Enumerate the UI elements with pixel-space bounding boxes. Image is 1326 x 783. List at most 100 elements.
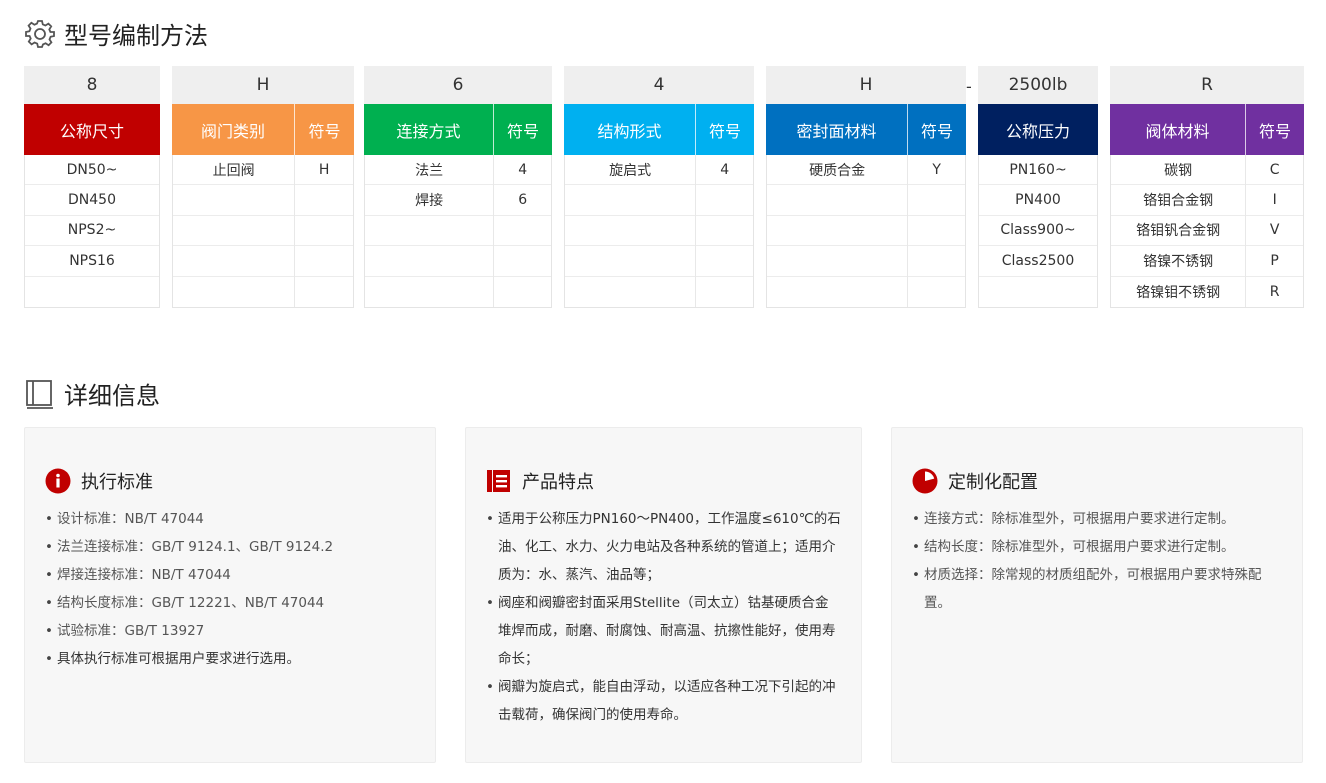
list-item: 阀座和阀瓣密封面采用Stellite（司太立）钴基硬质合金堆焊而成，耐磨、耐腐蚀…	[486, 589, 841, 673]
table-cell	[565, 277, 695, 307]
model-group-pressure: 2500lb 公称压力 PN160~ PN400 Class900~ Class…	[978, 66, 1098, 308]
table-cell	[565, 246, 696, 277]
document-icon	[487, 470, 510, 492]
table-cell	[295, 216, 353, 247]
table-cell	[696, 185, 753, 216]
list-item: 阀瓣为旋启式，能自由浮动，以适应各种工况下引起的冲击载荷，确保阀门的使用寿命。	[486, 673, 841, 729]
model-group-seal: H 密封面材料 符号 硬质合金 Y	[766, 66, 966, 308]
table-cell	[25, 277, 159, 307]
list-item: 结构长度：除标准型外，可根据用户要求进行定制。	[912, 533, 1282, 561]
table-cell	[767, 216, 908, 247]
card-list: 连接方式：除标准型外，可根据用户要求进行定制。 结构长度：除标准型外，可根据用户…	[912, 505, 1282, 617]
table-cell	[494, 246, 551, 277]
gear-icon	[25, 19, 55, 48]
model-code-valve-type: H	[172, 66, 354, 104]
table-cell: P	[1246, 246, 1303, 277]
table-cell: 焊接	[365, 185, 494, 216]
table-cell: 铬镍不锈钢	[1111, 246, 1246, 277]
table-cell: 旋启式	[565, 155, 696, 186]
card-features: 产品特点 适用于公称压力PN160～PN400，工作温度≤610℃的石油、化工、…	[465, 427, 862, 763]
table-cell	[908, 277, 965, 307]
table-cell	[494, 277, 551, 307]
book-icon	[26, 379, 53, 409]
model-col-size: DN50~ DN450 NPS2~ NPS16	[25, 155, 159, 307]
model-rows-pressure: PN160~ PN400 Class900~ Class2500	[978, 155, 1098, 308]
table-cell: 法兰	[365, 155, 494, 186]
list-item: 连接方式：除标准型外，可根据用户要求进行定制。	[912, 505, 1282, 533]
model-code-pressure: 2500lb	[978, 66, 1098, 104]
model-col-symbol: 4 6	[493, 155, 551, 307]
model-symbol-label: 符号	[1245, 104, 1304, 155]
table-cell: Class900~	[979, 216, 1097, 247]
table-cell: C	[1246, 155, 1303, 186]
table-cell: 铬钼钒合金钢	[1111, 216, 1246, 247]
table-cell: 4	[494, 155, 551, 186]
model-col-symbol: H	[294, 155, 353, 307]
model-label-structure: 结构形式	[597, 121, 662, 141]
card-list: 适用于公称压力PN160～PN400，工作温度≤610℃的石油、化工、水力、火力…	[486, 505, 841, 729]
model-label-seal: 密封面材料	[796, 121, 877, 141]
table-cell	[295, 246, 353, 277]
model-rows-size: DN50~ DN450 NPS2~ NPS16	[24, 155, 160, 308]
pie-chart-icon	[912, 468, 938, 494]
model-section-title: 型号编制方法	[24, 16, 208, 51]
model-col-pressure: PN160~ PN400 Class900~ Class2500	[979, 155, 1097, 307]
model-label-pressure: 公称压力	[1005, 121, 1070, 141]
table-cell: I	[1246, 185, 1303, 216]
model-symbol-label: 符号	[695, 104, 754, 155]
model-col-name: 硬质合金	[767, 155, 908, 307]
model-col-name: 法兰 焊接	[365, 155, 494, 307]
table-cell	[365, 246, 494, 277]
table-cell	[696, 246, 753, 277]
model-group-body-material: R 阀体材料 符号 碳钢 铬钼合金钢 铬钼钒合金钢 铬镍不锈钢 铬镍钼不锈钢 C…	[1110, 66, 1304, 308]
table-cell	[908, 185, 965, 216]
list-item: 适用于公称压力PN160～PN400，工作温度≤610℃的石油、化工、水力、火力…	[486, 505, 841, 589]
table-cell: V	[1246, 216, 1303, 247]
table-cell	[173, 216, 295, 247]
model-code-connection: 6	[364, 66, 552, 104]
list-item: 结构长度标准：GB/T 12221、NB/T 47044	[45, 589, 415, 617]
model-label-bar-seal: 密封面材料 符号	[766, 104, 966, 155]
table-cell	[173, 185, 295, 216]
model-col-symbol: 4	[695, 155, 753, 307]
model-rows-valve-type: 止回阀 H	[172, 155, 354, 308]
list-item: 试验标准：GB/T 13927	[45, 617, 415, 645]
model-group-valve-type: H 阀门类别 符号 止回阀 H	[172, 66, 354, 308]
list-item: 焊接连接标准：NB/T 47044	[45, 561, 415, 589]
card-standards: 执行标准 设计标准：NB/T 47044 法兰连接标准：GB/T 9124.1、…	[24, 427, 436, 763]
table-cell: DN450	[25, 185, 159, 216]
model-rows-seal: 硬质合金 Y	[766, 155, 966, 308]
table-cell: 6	[494, 185, 551, 216]
table-cell	[295, 277, 353, 307]
table-cell: 铬镍钼不锈钢	[1136, 284, 1221, 301]
table-cell: NPS16	[25, 246, 159, 277]
table-cell	[908, 216, 965, 247]
details-section-label: 详细信息	[64, 382, 160, 410]
model-col-name: 旋启式	[565, 155, 696, 307]
model-label-bar-body-material: 阀体材料 符号	[1110, 104, 1304, 155]
table-cell	[295, 185, 353, 216]
table-cell: 4	[696, 155, 753, 186]
card-header: 执行标准	[45, 468, 153, 494]
table-cell	[979, 277, 1097, 307]
table-cell: Class2500	[979, 246, 1097, 277]
table-cell: PN160~	[979, 155, 1097, 186]
table-cell	[565, 185, 696, 216]
model-label-bar-connection: 连接方式 符号	[364, 104, 552, 155]
card-list: 设计标准：NB/T 47044 法兰连接标准：GB/T 9124.1、GB/T …	[45, 505, 415, 673]
model-label-connection: 连接方式	[396, 121, 461, 141]
table-cell	[767, 185, 908, 216]
table-cell	[173, 277, 294, 307]
model-label-bar-valve-type: 阀门类别 符号	[172, 104, 354, 155]
model-label-body-material: 阀体材料	[1145, 121, 1210, 141]
table-cell: 止回阀	[173, 155, 295, 186]
table-cell	[494, 216, 551, 247]
model-label-bar-pressure: 公称压力	[978, 104, 1098, 155]
model-rows-body-material: 碳钢 铬钼合金钢 铬钼钒合金钢 铬镍不锈钢 铬镍钼不锈钢 C I V P R	[1110, 155, 1304, 308]
model-label-bar-size: 公称尺寸	[24, 104, 160, 155]
table-cell: PN400	[979, 185, 1097, 216]
model-symbol-label: 符号	[294, 104, 354, 155]
model-col-name: 止回阀	[173, 155, 295, 307]
table-cell: 硬质合金	[767, 155, 908, 186]
model-rows-connection: 法兰 焊接 4 6	[364, 155, 552, 308]
